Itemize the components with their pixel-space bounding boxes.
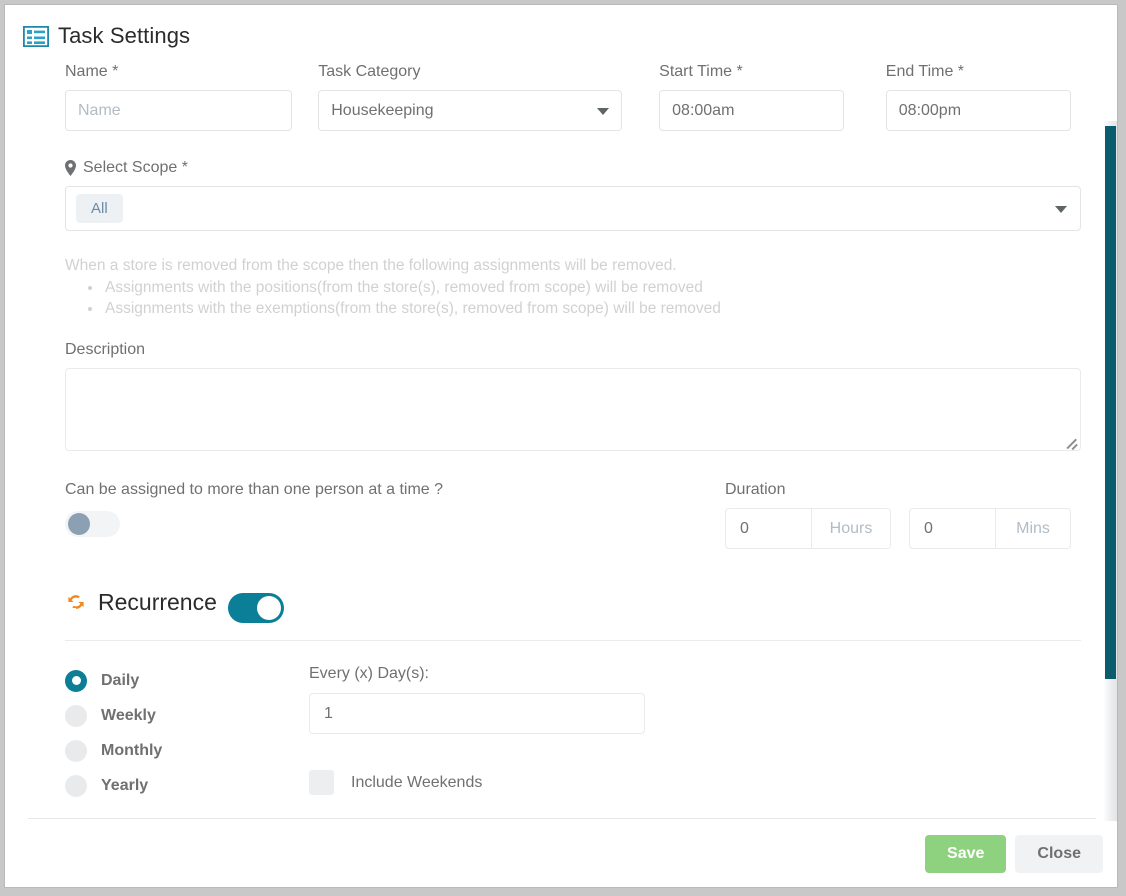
description-textarea[interactable]: [65, 368, 1081, 451]
name-label: Name *: [65, 63, 119, 80]
task-category-group: Task Category Housekeeping: [318, 63, 622, 131]
notice-bullet-list: Assignments with the positions(from the …: [65, 277, 1071, 319]
vertical-scrollbar-thumb[interactable]: [1105, 126, 1116, 679]
radio-indicator: [65, 669, 87, 692]
name-input[interactable]: Name: [65, 90, 292, 131]
duration-group: Duration 0 Hours 0 Mins: [725, 481, 1071, 549]
start-time-input[interactable]: 08:00am: [659, 90, 845, 131]
task-settings-modal: Task Settings Name * Name Task Category …: [4, 4, 1118, 888]
page-title: Task Settings: [58, 23, 191, 48]
multi-assign-label: Can be assigned to more than one person …: [65, 481, 444, 498]
multi-assign-group: Can be assigned to more than one person …: [65, 481, 443, 537]
duration-mins-suffix: Mins: [996, 509, 1070, 548]
recurrence-frequency-radios: Daily Weekly Monthly Yearly: [65, 663, 309, 803]
start-time-group: Start Time * 08:00am: [659, 63, 845, 131]
radio-indicator: [65, 774, 87, 797]
notice-intro: When a store is removed from the scope t…: [65, 257, 677, 274]
chevron-down-icon: [596, 107, 609, 115]
toggle-knob: [68, 513, 90, 535]
every-days-label: Every (x) Day(s):: [309, 665, 429, 682]
modal-body: Name * Name Task Category Housekeeping S…: [5, 63, 1117, 821]
duration-mins-group: 0 Mins: [909, 508, 1071, 549]
radio-label: Weekly: [101, 706, 156, 724]
radio-option-weekly[interactable]: Weekly: [65, 698, 309, 733]
map-marker-icon: [65, 160, 76, 176]
radio-label: Monthly: [101, 741, 163, 759]
end-time-label: End Time *: [885, 63, 965, 80]
select-scope-label-text: Select Scope *: [83, 159, 188, 176]
duration-hours-input[interactable]: 0: [726, 509, 812, 548]
duration-mins-input[interactable]: 0: [910, 509, 996, 548]
refresh-icon: [65, 591, 87, 613]
radio-label: Daily: [101, 671, 140, 689]
duration-label: Duration: [725, 481, 786, 498]
scope-chip-all[interactable]: All: [76, 194, 123, 223]
multi-assign-toggle[interactable]: [65, 511, 120, 537]
notice-bullet: Assignments with the exemptions(from the…: [103, 298, 1071, 319]
close-button[interactable]: Close: [1015, 835, 1103, 873]
end-time-group: End Time * 08:00pm: [885, 63, 1071, 131]
list-alt-icon: [22, 24, 50, 48]
name-field-group: Name * Name: [65, 63, 292, 131]
include-weekends-checkbox[interactable]: [309, 770, 334, 795]
radio-indicator: [65, 704, 87, 727]
radio-option-yearly[interactable]: Yearly: [65, 768, 309, 803]
save-button[interactable]: Save: [925, 835, 1007, 873]
task-category-select[interactable]: Housekeeping: [318, 90, 622, 131]
recurrence-body: Daily Weekly Monthly Yearly Every (x) Da…: [65, 663, 1071, 803]
modal-header: Task Settings: [5, 5, 1117, 63]
radio-option-daily[interactable]: Daily: [65, 663, 309, 698]
include-weekends-label: Include Weekends: [351, 773, 483, 791]
footer-divider: [28, 818, 1096, 819]
start-time-label: Start Time *: [659, 63, 743, 80]
recurrence-interval-group: Every (x) Day(s): 1 Include Weekends: [309, 663, 645, 803]
every-days-input[interactable]: 1: [309, 693, 645, 734]
chevron-down-icon: [1055, 205, 1067, 213]
include-weekends-row[interactable]: Include Weekends: [309, 770, 645, 795]
select-scope-control[interactable]: All: [65, 186, 1081, 231]
top-field-row: Name * Name Task Category Housekeeping S…: [65, 63, 1071, 131]
recurrence-header: Recurrence: [65, 581, 1071, 623]
modal-footer: Save Close: [925, 835, 1103, 873]
description-label: Description: [65, 341, 146, 358]
duration-hours-suffix: Hours: [812, 509, 890, 548]
end-time-input[interactable]: 08:00pm: [885, 90, 1071, 131]
task-category-label: Task Category: [318, 63, 421, 80]
recurrence-title: Recurrence: [98, 588, 217, 615]
select-scope-label: Select Scope *: [65, 159, 1071, 177]
duration-hours-group: 0 Hours: [725, 508, 891, 549]
scope-removal-notice: When a store is removed from the scope t…: [65, 255, 1071, 319]
radio-indicator: [65, 739, 87, 762]
recurrence-divider: [65, 640, 1081, 641]
toggle-knob: [256, 596, 281, 620]
radio-label: Yearly: [101, 776, 149, 794]
resize-handle-icon[interactable]: [1064, 434, 1078, 448]
assign-duration-row: Can be assigned to more than one person …: [65, 481, 1071, 549]
radio-option-monthly[interactable]: Monthly: [65, 733, 309, 768]
vertical-scrollbar-track[interactable]: [1103, 121, 1117, 821]
recurrence-toggle[interactable]: [227, 593, 284, 623]
notice-bullet: Assignments with the positions(from the …: [103, 277, 1071, 298]
